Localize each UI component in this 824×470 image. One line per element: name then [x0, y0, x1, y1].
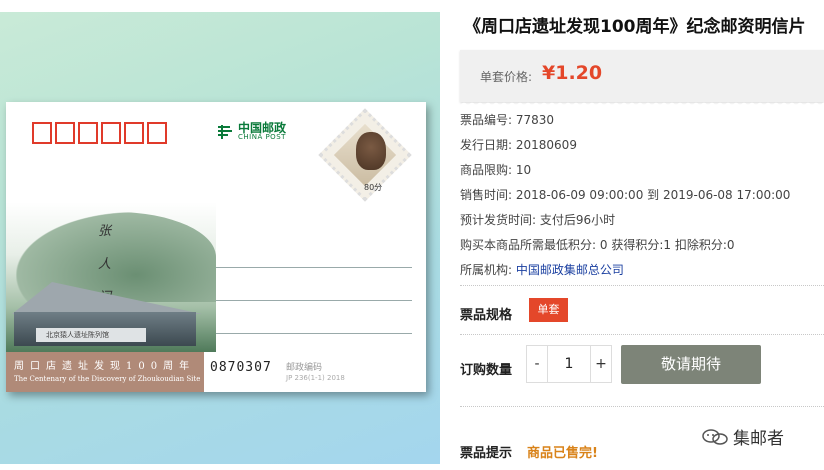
postcode-box: [147, 122, 167, 144]
decrement-button[interactable]: -: [526, 345, 548, 383]
detail-item-limit: 商品限购: 10: [460, 161, 531, 178]
address-line: [216, 300, 412, 301]
detail-label: 商品限购:: [460, 163, 513, 177]
postcode-boxes: [32, 122, 167, 144]
detail-item-sale-time: 销售时间: 2018-06-09 09:00:00 到 2019-06-08 1…: [460, 186, 790, 203]
detail-label: 预计发货时间:: [460, 213, 537, 227]
detail-label: 发行日期:: [460, 138, 513, 152]
detail-item-points: 购买本商品所需最低积分: 0 获得积分:1 扣除积分:0: [460, 236, 735, 253]
detail-value: 0 获得积分:1 扣除积分:0: [599, 238, 735, 252]
postcode-box: [124, 122, 144, 144]
watermark-text: 集邮者: [733, 429, 784, 449]
china-post-logo: 中国邮政 CHINA POST: [216, 122, 286, 141]
detail-label: 销售时间:: [460, 188, 513, 202]
product-title: 《周口店遗址发现100周年》纪念邮资明信片: [464, 17, 806, 37]
postcode-box: [78, 122, 98, 144]
organization-link[interactable]: 中国邮政集邮总公司: [516, 263, 624, 277]
stamp-portrait: [356, 132, 386, 170]
increment-button[interactable]: +: [590, 345, 612, 383]
museum-roof: [12, 282, 202, 314]
postcode-box: [101, 122, 121, 144]
divider: [460, 406, 824, 407]
banner-english-title: The Centenary of the Discovery of Zhouko…: [14, 375, 201, 383]
museum-sign: 北京猿人遗址陈列馆: [36, 328, 146, 342]
postcard-image: 中国邮政 CHINA POST 80分 张 人 间 北京猿人遗址陈列馆 周口店遗…: [6, 102, 426, 392]
stamp-value: 80分: [364, 183, 383, 192]
divider: [460, 334, 824, 335]
jp-code: JP 236(1-1) 2018: [286, 374, 345, 382]
detail-label: 票品编号:: [460, 113, 513, 127]
detail-item-organization: 所属机构: 中国邮政集邮总公司: [460, 261, 624, 278]
product-image[interactable]: 中国邮政 CHINA POST 80分 张 人 间 北京猿人遗址陈列馆 周口店遗…: [0, 12, 440, 464]
quantity-input[interactable]: 1: [548, 345, 590, 383]
postcode-label: 邮政编码: [286, 363, 323, 373]
detail-value: 10: [515, 163, 532, 177]
detail-value: 20180609: [515, 138, 577, 152]
detail-label: 所属机构:: [460, 263, 513, 277]
address-line: [216, 267, 412, 268]
quantity-stepper: - 1 +: [526, 345, 612, 383]
detail-value: 支付后96小时: [539, 213, 616, 227]
sold-out-status: 商品已售完!: [527, 446, 598, 461]
divider: [460, 285, 824, 286]
address-line: [216, 333, 412, 334]
spec-label: 票品规格: [460, 308, 513, 323]
china-post-icon: [216, 123, 234, 141]
spec-option-single-set[interactable]: 单套: [529, 298, 568, 322]
quantity-label: 订购数量: [460, 363, 513, 378]
detail-item-shipping: 预计发货时间: 支付后96小时: [460, 211, 615, 228]
logo-english: CHINA POST: [238, 133, 286, 141]
postcode-box: [55, 122, 75, 144]
postcard-serial: 0870307: [210, 360, 272, 375]
calligraphy-char: 人: [98, 257, 112, 272]
banner-chinese-title: 周口店遗址发现100周年: [14, 361, 196, 372]
wechat-icon: [701, 428, 729, 446]
price-value: ¥1.20: [542, 62, 603, 84]
coming-soon-button[interactable]: 敬请期待: [621, 345, 761, 384]
detail-item-number: 票品编号: 77830: [460, 111, 554, 128]
tip-label: 票品提示: [460, 446, 513, 461]
detail-value: 77830: [515, 113, 555, 127]
detail-label: 购买本商品所需最低积分:: [460, 238, 597, 252]
price-label: 单套价格:: [480, 70, 533, 84]
wechat-watermark: 集邮者: [701, 424, 784, 449]
price-bar: 单套价格: ¥1.20: [460, 46, 824, 106]
postcode-box: [32, 122, 52, 144]
calligraphy-char: 张: [98, 224, 112, 239]
postcard-banner: 周口店遗址发现100周年 The Centenary of the Discov…: [6, 352, 204, 392]
detail-item-issue-date: 发行日期: 20180609: [460, 136, 577, 153]
address-lines: [216, 267, 412, 366]
detail-value: 2018-06-09 09:00:00 到 2019-06-08 17:00:0…: [515, 188, 791, 202]
museum-sign-text: 北京猿人遗址陈列馆: [46, 331, 109, 339]
